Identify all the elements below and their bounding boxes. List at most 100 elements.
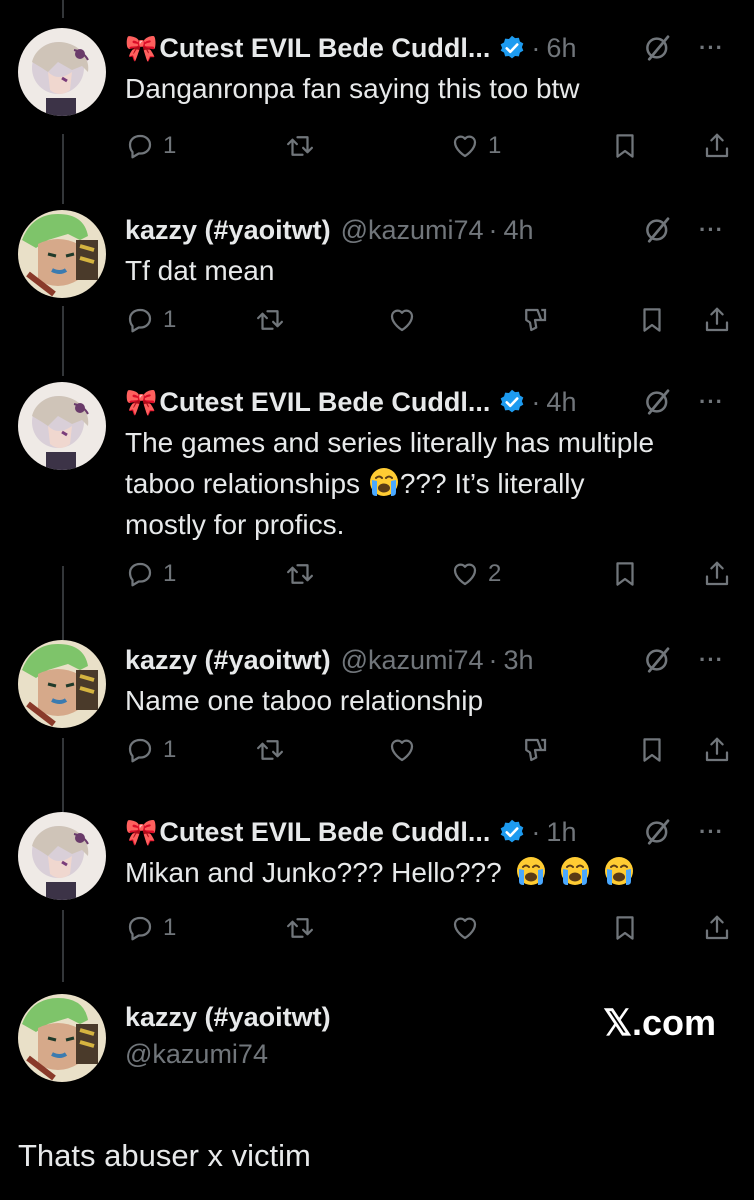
handle[interactable]: @kazumi74 xyxy=(341,215,484,246)
like-button[interactable] xyxy=(387,735,417,765)
retweet-button[interactable] xyxy=(285,559,315,589)
retweet-button[interactable] xyxy=(255,735,285,765)
bookmark-icon xyxy=(637,735,667,765)
share-icon xyxy=(702,305,732,335)
tweet-text-line: mostly for profics. xyxy=(125,509,345,540)
tweet[interactable]: 🎀 Cutest EVIL Bede Cuddl... · 1h ··· Mik… xyxy=(0,812,754,952)
tweet[interactable]: kazzy (#yaoitwt) @kazumi74 · 3h ··· Name… xyxy=(0,640,754,780)
handle[interactable]: @kazumi74 xyxy=(125,1039,331,1070)
thread-line xyxy=(62,0,64,18)
more-icon[interactable]: ··· xyxy=(699,389,724,415)
separator-dot: · xyxy=(488,644,498,675)
reply-button[interactable]: 1 xyxy=(125,131,176,161)
like-button[interactable] xyxy=(387,305,417,335)
display-name[interactable]: kazzy (#yaoitwt) xyxy=(125,215,331,246)
dislike-button[interactable] xyxy=(520,305,550,335)
avatar[interactable] xyxy=(18,994,106,1082)
like-icon xyxy=(450,131,480,161)
reply-count: 1 xyxy=(163,306,177,333)
grok-icon[interactable] xyxy=(643,33,673,63)
tweet-text: The games and series literally has multi… xyxy=(125,422,714,545)
retweet-button[interactable] xyxy=(285,913,315,943)
like-button[interactable] xyxy=(450,913,480,943)
grok-icon[interactable] xyxy=(643,215,673,245)
verified-icon xyxy=(498,818,526,846)
timestamp[interactable]: 4h xyxy=(546,387,576,418)
like-icon xyxy=(387,735,417,765)
retweet-icon xyxy=(285,559,315,589)
grok-icon[interactable] xyxy=(643,817,673,847)
separator-dot: · xyxy=(531,816,541,847)
avatar[interactable] xyxy=(18,210,106,298)
timestamp[interactable]: 3h xyxy=(504,645,534,676)
bookmark-button[interactable] xyxy=(637,735,667,765)
timestamp[interactable]: 4h xyxy=(504,215,534,246)
display-name[interactable]: kazzy (#yaoitwt) xyxy=(125,645,331,676)
retweet-icon xyxy=(285,131,315,161)
bow-emoji: 🎀 xyxy=(125,816,158,847)
retweet-button[interactable] xyxy=(285,131,315,161)
reply-icon xyxy=(125,913,155,943)
tweet[interactable]: 🎀 Cutest EVIL Bede Cuddl... · 6h ··· Dan… xyxy=(0,28,754,168)
timestamp[interactable]: 1h xyxy=(546,817,576,848)
more-icon[interactable]: ··· xyxy=(699,217,724,243)
share-button[interactable] xyxy=(702,735,732,765)
like-button[interactable]: 2 xyxy=(450,559,501,589)
grok-icon[interactable] xyxy=(643,387,673,417)
display-name[interactable]: Cutest EVIL Bede Cuddl... xyxy=(159,387,490,418)
more-icon[interactable]: ··· xyxy=(699,647,724,673)
display-name[interactable]: kazzy (#yaoitwt) xyxy=(125,1002,331,1033)
tweet-header: kazzy (#yaoitwt) @kazumi74 · 3h ··· xyxy=(125,642,724,678)
reply-icon xyxy=(125,305,155,335)
bookmark-button[interactable] xyxy=(637,305,667,335)
bow-emoji: 🎀 xyxy=(125,386,158,417)
reply-button[interactable]: 1 xyxy=(125,735,176,765)
share-icon xyxy=(702,735,732,765)
reply-icon xyxy=(125,735,155,765)
reply-button[interactable]: 1 xyxy=(125,913,176,943)
more-icon[interactable]: ··· xyxy=(699,819,724,845)
bookmark-button[interactable] xyxy=(610,131,640,161)
tweet-actions: 1 1 xyxy=(125,128,732,164)
reply-count: 1 xyxy=(163,132,177,159)
loudly-crying-face-icon xyxy=(559,855,591,887)
avatar[interactable] xyxy=(18,640,106,728)
grok-icon[interactable] xyxy=(643,645,673,675)
dislike-button[interactable] xyxy=(520,735,550,765)
display-name[interactable]: Cutest EVIL Bede Cuddl... xyxy=(159,33,490,64)
verified-icon xyxy=(498,34,526,62)
separator-dot: · xyxy=(531,386,541,417)
avatar[interactable] xyxy=(18,28,106,116)
tweet-header: kazzy (#yaoitwt) @kazumi74 · 4h ··· xyxy=(125,212,724,248)
loudly-crying-face-icon xyxy=(603,855,635,887)
share-button[interactable] xyxy=(702,913,732,943)
like-count: 2 xyxy=(488,560,502,587)
tweet[interactable]: 🎀 Cutest EVIL Bede Cuddl... · 4h ··· The… xyxy=(0,382,754,602)
tweet-text-line: taboo relationships ??? It’s literally xyxy=(125,463,714,504)
main-tweet-text: Thats abuser x victim xyxy=(18,1138,311,1173)
reply-button[interactable]: 1 xyxy=(125,559,176,589)
avatar[interactable] xyxy=(18,382,106,470)
share-button[interactable] xyxy=(702,131,732,161)
share-button[interactable] xyxy=(702,559,732,589)
retweet-button[interactable] xyxy=(255,305,285,335)
tweet-actions: 1 2 xyxy=(125,556,732,592)
tweet[interactable]: kazzy (#yaoitwt) @kazumi74 · 4h ··· Tf d… xyxy=(0,210,754,350)
like-button[interactable]: 1 xyxy=(450,131,501,161)
timestamp[interactable]: 6h xyxy=(546,33,576,64)
more-icon[interactable]: ··· xyxy=(699,35,724,61)
like-icon xyxy=(450,559,480,589)
display-name[interactable]: Cutest EVIL Bede Cuddl... xyxy=(159,817,490,848)
share-button[interactable] xyxy=(702,305,732,335)
handle[interactable]: @kazumi74 xyxy=(341,645,484,676)
reply-count: 1 xyxy=(163,560,177,587)
retweet-icon xyxy=(255,305,285,335)
reply-count: 1 xyxy=(163,736,177,763)
avatar[interactable] xyxy=(18,812,106,900)
like-count: 1 xyxy=(488,132,502,159)
reply-button[interactable]: 1 xyxy=(125,305,176,335)
share-icon xyxy=(702,131,732,161)
bookmark-button[interactable] xyxy=(610,913,640,943)
bookmark-button[interactable] xyxy=(610,559,640,589)
separator-dot: · xyxy=(531,32,541,63)
